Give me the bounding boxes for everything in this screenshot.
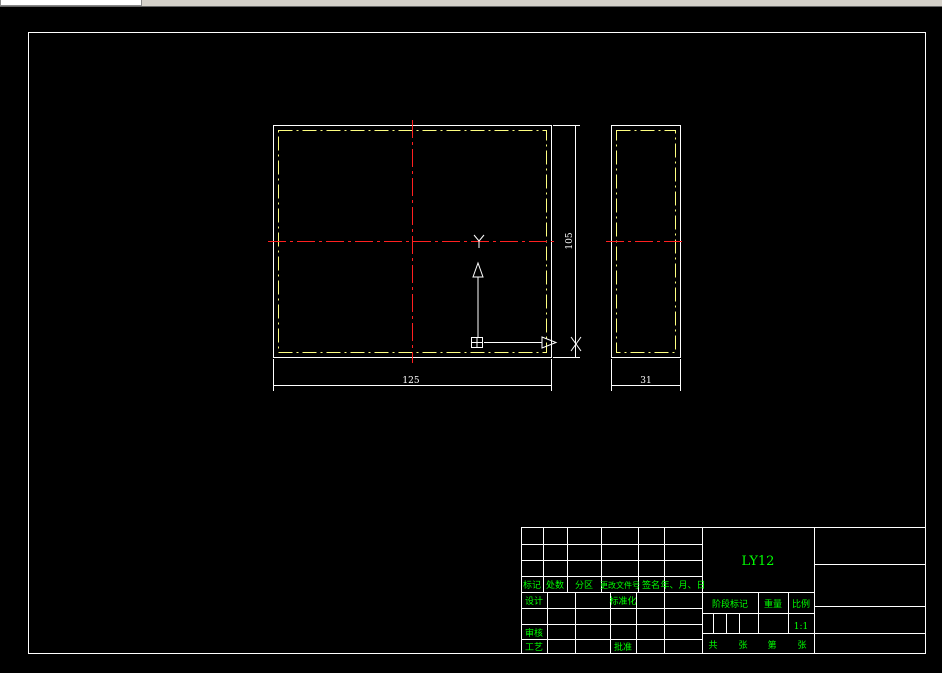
label-scale: 比例 <box>792 598 810 610</box>
header-signature: 签名 <box>642 579 660 591</box>
label-design: 设计 <box>525 595 543 607</box>
label-review: 审核 <box>525 627 543 639</box>
header-zone: 分区 <box>575 580 593 591</box>
title-block: LY12 标记 处数 分区 更改文件号 签名 年、月、日 设计 标准化 审核 工… <box>521 527 926 654</box>
header-mark: 标记 <box>523 579 541 591</box>
label-approve: 批准 <box>614 641 632 653</box>
window-top-strip <box>0 0 942 7</box>
label-standardization: 标准化 <box>609 595 636 607</box>
dim-width: 125 <box>402 376 419 386</box>
dim-thickness: 31 <box>640 376 651 386</box>
side-view <box>606 125 684 358</box>
label-process: 工艺 <box>525 642 543 653</box>
ucs-icon <box>471 234 582 352</box>
label-total: 共 <box>708 640 717 651</box>
dimensions <box>273 125 681 391</box>
header-count: 处数 <box>546 579 564 591</box>
scale-value: 1:1 <box>794 622 808 632</box>
label-stage-mark: 阶段标记 <box>712 598 748 610</box>
dim-height: 105 <box>565 232 575 249</box>
label-nth: 第 <box>767 639 776 651</box>
front-view <box>268 120 556 363</box>
material-label: LY12 <box>742 554 775 569</box>
label-sheets: 张 <box>738 640 747 651</box>
header-date: 年、月、日 <box>660 579 705 591</box>
label-weight: 重量 <box>764 598 782 610</box>
header-change-doc: 更改文件号 <box>600 580 640 590</box>
label-sheet: 张 <box>797 640 806 651</box>
cad-drawing-canvas[interactable]: 125 105 31 LY12 标记 处数 分区 更改文件号 签名 年、月、日 … <box>0 7 942 673</box>
